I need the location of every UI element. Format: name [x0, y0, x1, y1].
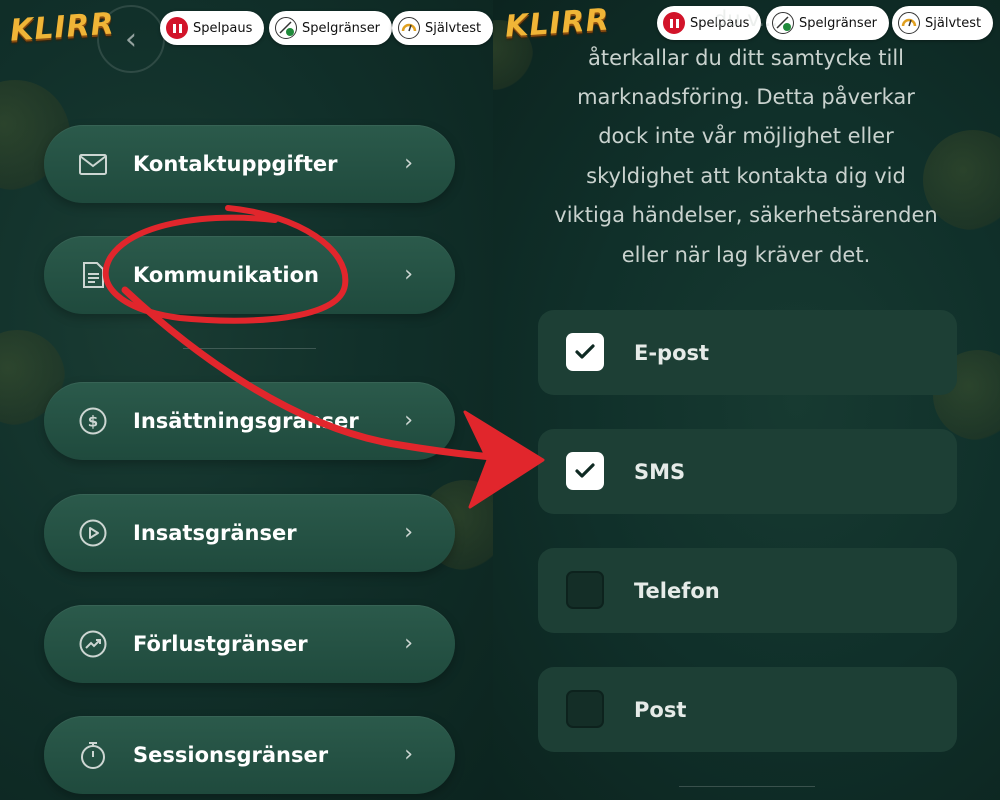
- consent-line: återkallar du ditt samtycke till: [587, 46, 904, 70]
- document-icon: [83, 262, 104, 288]
- option-label: Post: [634, 697, 687, 722]
- brand-logo[interactable]: KLIRR: [9, 6, 116, 48]
- chevron-right-icon: ›: [404, 408, 413, 433]
- option-e-post[interactable]: E-post: [538, 310, 957, 395]
- checkbox[interactable]: [566, 452, 604, 490]
- menu-divider: [183, 348, 316, 349]
- sjalvtest-label: Självtest: [425, 20, 482, 36]
- menu-item-insattningsgranser[interactable]: $ Insättningsgränser ›: [44, 382, 455, 460]
- checkbox[interactable]: [566, 571, 604, 609]
- consent-line: dock inte vår möjlighet eller: [598, 124, 894, 148]
- play-circle-icon: [79, 519, 107, 547]
- spelgranser-button[interactable]: Spelgränser: [269, 11, 393, 45]
- stopwatch-icon: [81, 742, 105, 769]
- menu-item-insatsgranser[interactable]: Insatsgränser ›: [44, 494, 455, 572]
- checkbox[interactable]: [566, 690, 604, 728]
- checkbox[interactable]: [566, 333, 604, 371]
- chevron-right-icon: ›: [404, 742, 413, 767]
- menu-item-kommunikation[interactable]: Kommunikation ›: [44, 236, 455, 314]
- option-telefon[interactable]: Telefon: [538, 548, 957, 633]
- dollar-circle-icon: $: [79, 407, 107, 435]
- mail-icon: [79, 154, 107, 175]
- option-label: Telefon: [634, 578, 720, 603]
- checkmark-icon: [575, 463, 595, 478]
- gauge-icon: [398, 17, 420, 39]
- consent-line: eller när lag kräver det.: [621, 243, 871, 267]
- consent-line: viktiga händelser, säkerhetsärenden: [554, 203, 938, 227]
- menu-item-label: Kommunikation: [133, 263, 319, 287]
- spelgranser-label: Spelgränser: [302, 20, 381, 36]
- menu-item-label: Insättningsgränser: [133, 409, 359, 433]
- limit-icon: [275, 17, 297, 39]
- chevron-right-icon: ›: [404, 151, 413, 176]
- menu-item-label: Insatsgränser: [133, 521, 297, 545]
- option-label: E-post: [634, 340, 710, 365]
- consent-line: marknadsföring. Detta påverkar: [577, 85, 915, 109]
- option-post[interactable]: Post: [538, 667, 957, 752]
- chevron-right-icon: ›: [404, 631, 413, 656]
- consent-line: skyldighet att kontakta dig vid: [586, 164, 906, 188]
- svg-text:$: $: [88, 413, 98, 431]
- pause-icon: [166, 17, 188, 39]
- chevron-right-icon: ›: [404, 262, 413, 287]
- checkmark-icon: [575, 344, 595, 359]
- sjalvtest-button[interactable]: Självtest: [392, 11, 494, 45]
- menu-item-label: Sessionsgränser: [133, 743, 329, 767]
- menu-item-label: Förlustgränser: [133, 632, 308, 656]
- menu-item-label: Kontaktuppgifter: [133, 152, 338, 176]
- options-divider: [679, 786, 815, 787]
- trend-circle-icon: [79, 630, 107, 658]
- menu-item-sessionsgranser[interactable]: Sessionsgränser ›: [44, 716, 455, 794]
- chevron-left-icon: ‹: [125, 21, 137, 57]
- menu-item-forlustgranser[interactable]: Förlustgränser ›: [44, 605, 455, 683]
- chevron-right-icon: ›: [404, 520, 413, 545]
- option-sms[interactable]: SMS: [538, 429, 957, 514]
- menu-item-kontaktuppgifter[interactable]: Kontaktuppgifter ›: [44, 125, 455, 203]
- spelpaus-label: Spelpaus: [193, 20, 253, 36]
- consent-partial-line: du v...: [713, 7, 779, 31]
- option-label: SMS: [634, 459, 686, 484]
- spelpaus-button[interactable]: Spelpaus: [160, 11, 265, 45]
